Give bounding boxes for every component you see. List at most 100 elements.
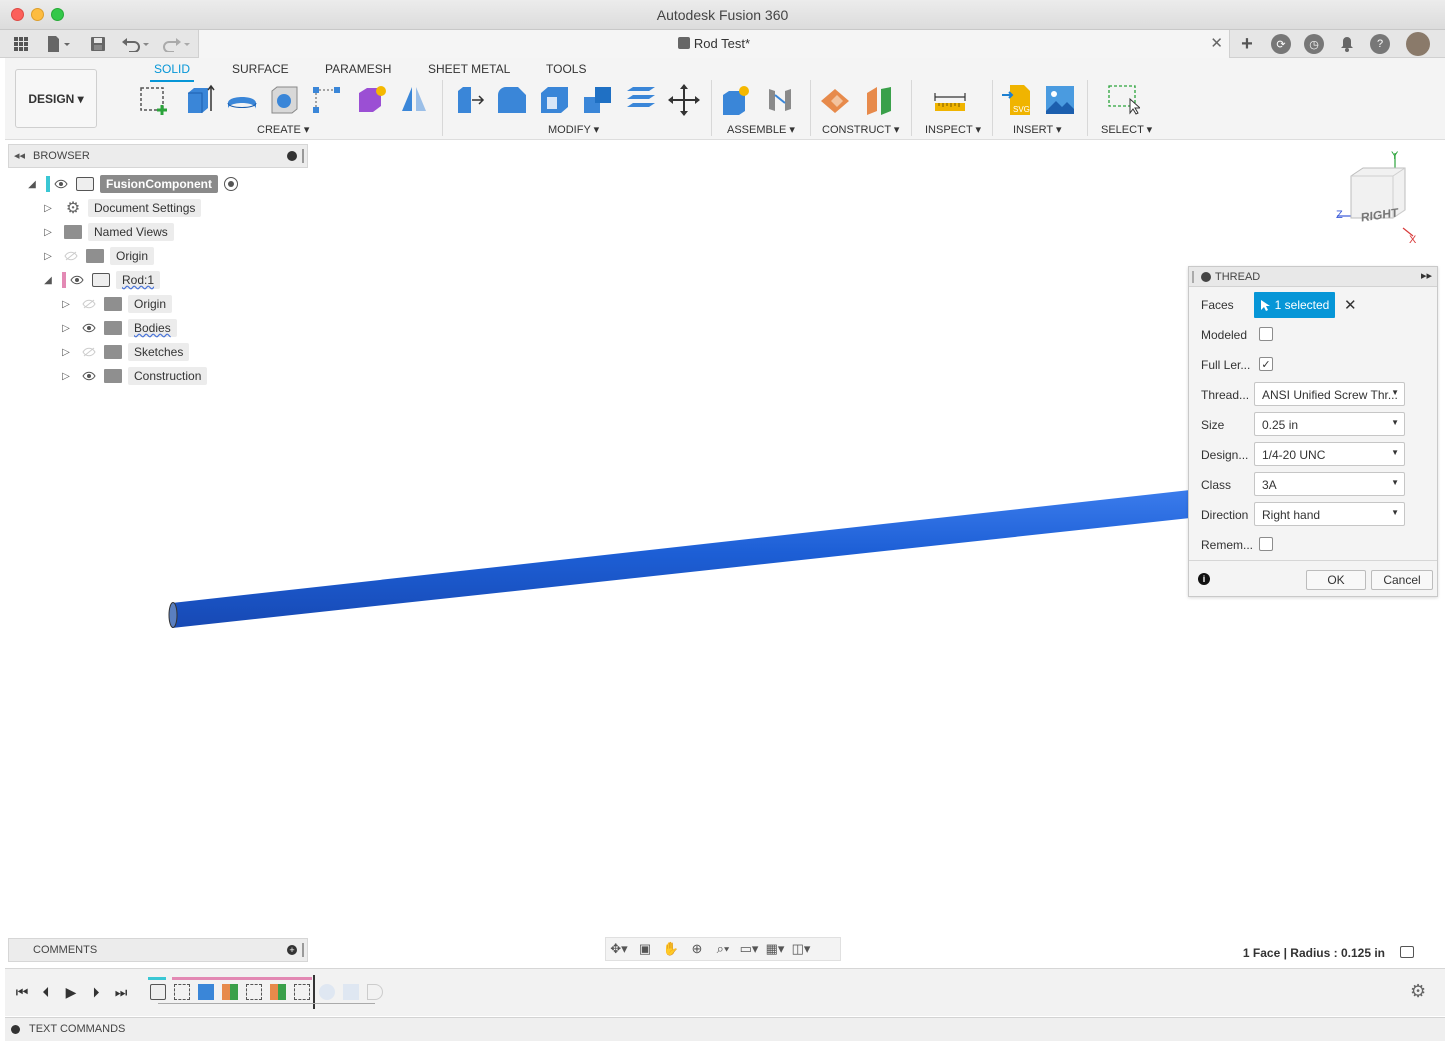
tab-solid[interactable]: SOLID: [149, 62, 195, 82]
grid-settings-icon[interactable]: ▦▾: [762, 939, 788, 959]
visibility-eye-icon[interactable]: [68, 272, 86, 288]
dialog-expand-icon[interactable]: ▸▸: [1421, 269, 1432, 282]
designation-select[interactable]: 1/4-20 UNC ▼: [1254, 442, 1405, 466]
tree-item-construction[interactable]: ▷ Construction: [58, 366, 208, 386]
expand-triangle-icon[interactable]: ▷: [58, 344, 74, 360]
tree-item-named-views[interactable]: ▷ Named Views: [40, 222, 174, 242]
tab-tools[interactable]: TOOLS: [546, 62, 586, 76]
extrude-icon[interactable]: [182, 83, 216, 117]
visibility-eye-icon[interactable]: [80, 368, 98, 384]
dialog-header[interactable]: THREAD ▸▸: [1189, 267, 1437, 287]
dialog-collapse-icon[interactable]: [1201, 272, 1211, 282]
tab-surface[interactable]: SURFACE: [232, 62, 289, 76]
class-select[interactable]: 3A ▼: [1254, 472, 1405, 496]
direction-select[interactable]: Right hand ▼: [1254, 502, 1405, 526]
collapse-browser-icon[interactable]: ◂◂: [14, 149, 25, 162]
comments-resize-handle[interactable]: [302, 943, 304, 957]
create-sketch-icon[interactable]: [138, 83, 172, 117]
construct-menu[interactable]: CONSTRUCT ▾: [822, 123, 899, 136]
measure-icon[interactable]: [933, 83, 967, 117]
expand-triangle-icon[interactable]: ▷: [40, 248, 56, 264]
modify-menu[interactable]: MODIFY ▾: [548, 123, 599, 136]
expand-triangle-icon[interactable]: ▷: [40, 224, 56, 240]
redo-icon[interactable]: [161, 34, 193, 54]
undo-icon[interactable]: [120, 34, 152, 54]
visibility-eye-icon[interactable]: [52, 176, 70, 192]
mirror-icon[interactable]: [397, 83, 431, 117]
browser-panel-header[interactable]: ◂◂ BROWSER: [8, 144, 308, 168]
comment-bubble-icon[interactable]: [1400, 946, 1414, 958]
text-commands-toggle-icon[interactable]: [11, 1025, 20, 1034]
timeline-feature-sketch[interactable]: [294, 984, 310, 1000]
step-back-icon[interactable]: ⏴: [37, 983, 55, 1001]
new-component-icon[interactable]: [719, 83, 753, 117]
workspace-switcher-button[interactable]: DESIGN ▾: [15, 69, 97, 128]
step-forward-icon[interactable]: ⏵: [87, 983, 105, 1001]
app-grid-icon[interactable]: [11, 34, 31, 54]
shell-icon[interactable]: [538, 83, 572, 117]
info-icon[interactable]: i: [1198, 573, 1210, 585]
go-to-start-icon[interactable]: ⏮: [13, 983, 31, 1001]
expand-triangle-icon[interactable]: ▷: [58, 368, 74, 384]
viewcube[interactable]: RIGHT Y Z X: [1335, 150, 1425, 250]
tree-item-document-settings[interactable]: ▷ ⚙ Document Settings: [40, 198, 202, 218]
press-pull-icon[interactable]: [452, 83, 486, 117]
fit-icon[interactable]: ⌕▾: [710, 939, 736, 959]
help-icon[interactable]: ?: [1370, 34, 1390, 54]
hole-icon[interactable]: [268, 83, 302, 117]
collapse-triangle-icon[interactable]: ◢: [40, 272, 56, 288]
tab-paramesh[interactable]: PARAMESH: [325, 62, 391, 76]
visibility-eye-icon[interactable]: [80, 320, 98, 336]
timeline-feature-suppressed[interactable]: [319, 984, 335, 1000]
file-menu-icon[interactable]: [43, 34, 73, 54]
ok-button[interactable]: OK: [1306, 570, 1366, 590]
remember-checkbox[interactable]: [1259, 537, 1273, 551]
new-tab-icon[interactable]: +: [1236, 33, 1258, 55]
size-select[interactable]: 0.25 in ▼: [1254, 412, 1405, 436]
collapse-triangle-icon[interactable]: ◢: [24, 176, 40, 192]
user-avatar[interactable]: [1406, 32, 1430, 56]
browser-minimize-icon[interactable]: [287, 151, 297, 161]
faces-selection-button[interactable]: 1 selected: [1254, 292, 1335, 318]
timeline-settings-gear-icon[interactable]: ⚙: [1410, 981, 1426, 1002]
extensions-icon[interactable]: ⟳: [1271, 34, 1291, 54]
zoom-icon[interactable]: ⊕: [684, 939, 710, 959]
activate-radio-icon[interactable]: [223, 177, 238, 191]
joint-icon[interactable]: [763, 83, 797, 117]
comments-panel-header[interactable]: COMMENTS +: [8, 938, 308, 962]
hidden-eye-icon[interactable]: [80, 344, 98, 360]
expand-triangle-icon[interactable]: ▷: [58, 296, 74, 312]
create-menu[interactable]: CREATE ▾: [257, 123, 309, 136]
timeline-feature-plane[interactable]: [222, 984, 238, 1000]
plane-at-angle-icon[interactable]: [863, 83, 897, 117]
go-to-end-icon[interactable]: ⏭: [112, 983, 130, 1001]
offset-plane-icon[interactable]: [819, 83, 853, 117]
orbit-icon[interactable]: ✥▾: [606, 939, 632, 959]
play-icon[interactable]: ▶: [62, 983, 80, 1001]
clear-selection-icon[interactable]: ✕: [1344, 296, 1357, 314]
document-tab[interactable]: Rod Test* ✕: [198, 30, 1230, 58]
timeline-feature-component[interactable]: [150, 984, 166, 1000]
timeline-feature-plane[interactable]: [270, 984, 286, 1000]
combine-icon[interactable]: [581, 83, 615, 117]
display-settings-icon[interactable]: ▭▾: [736, 939, 762, 959]
insert-canvas-icon[interactable]: [1043, 83, 1077, 117]
offset-face-icon[interactable]: [624, 83, 658, 117]
assemble-menu[interactable]: ASSEMBLE ▾: [727, 123, 795, 136]
expand-triangle-icon[interactable]: ▷: [58, 320, 74, 336]
pan-hand-icon[interactable]: ✋: [658, 939, 684, 959]
tab-sheet-metal[interactable]: SHEET METAL: [428, 62, 510, 76]
timeline-feature-extrude[interactable]: [198, 984, 214, 1000]
tree-item-sketches[interactable]: ▷ Sketches: [58, 342, 190, 362]
cancel-button[interactable]: Cancel: [1371, 570, 1433, 590]
dialog-drag-handle[interactable]: [1192, 271, 1194, 283]
timeline-feature-suppressed[interactable]: [343, 984, 359, 1000]
thread-type-select[interactable]: ANSI Unified Screw Thr... ▼: [1254, 382, 1405, 406]
expand-triangle-icon[interactable]: ▷: [40, 200, 56, 216]
add-comment-icon[interactable]: +: [287, 945, 297, 955]
tree-item-root[interactable]: ◢ FusionComponent: [24, 174, 238, 194]
window-select-icon[interactable]: [1106, 83, 1142, 117]
timeline-feature-sketch[interactable]: [174, 984, 190, 1000]
browser-resize-handle[interactable]: [302, 149, 304, 163]
tree-item-bodies[interactable]: ▷ Bodies: [58, 318, 177, 338]
